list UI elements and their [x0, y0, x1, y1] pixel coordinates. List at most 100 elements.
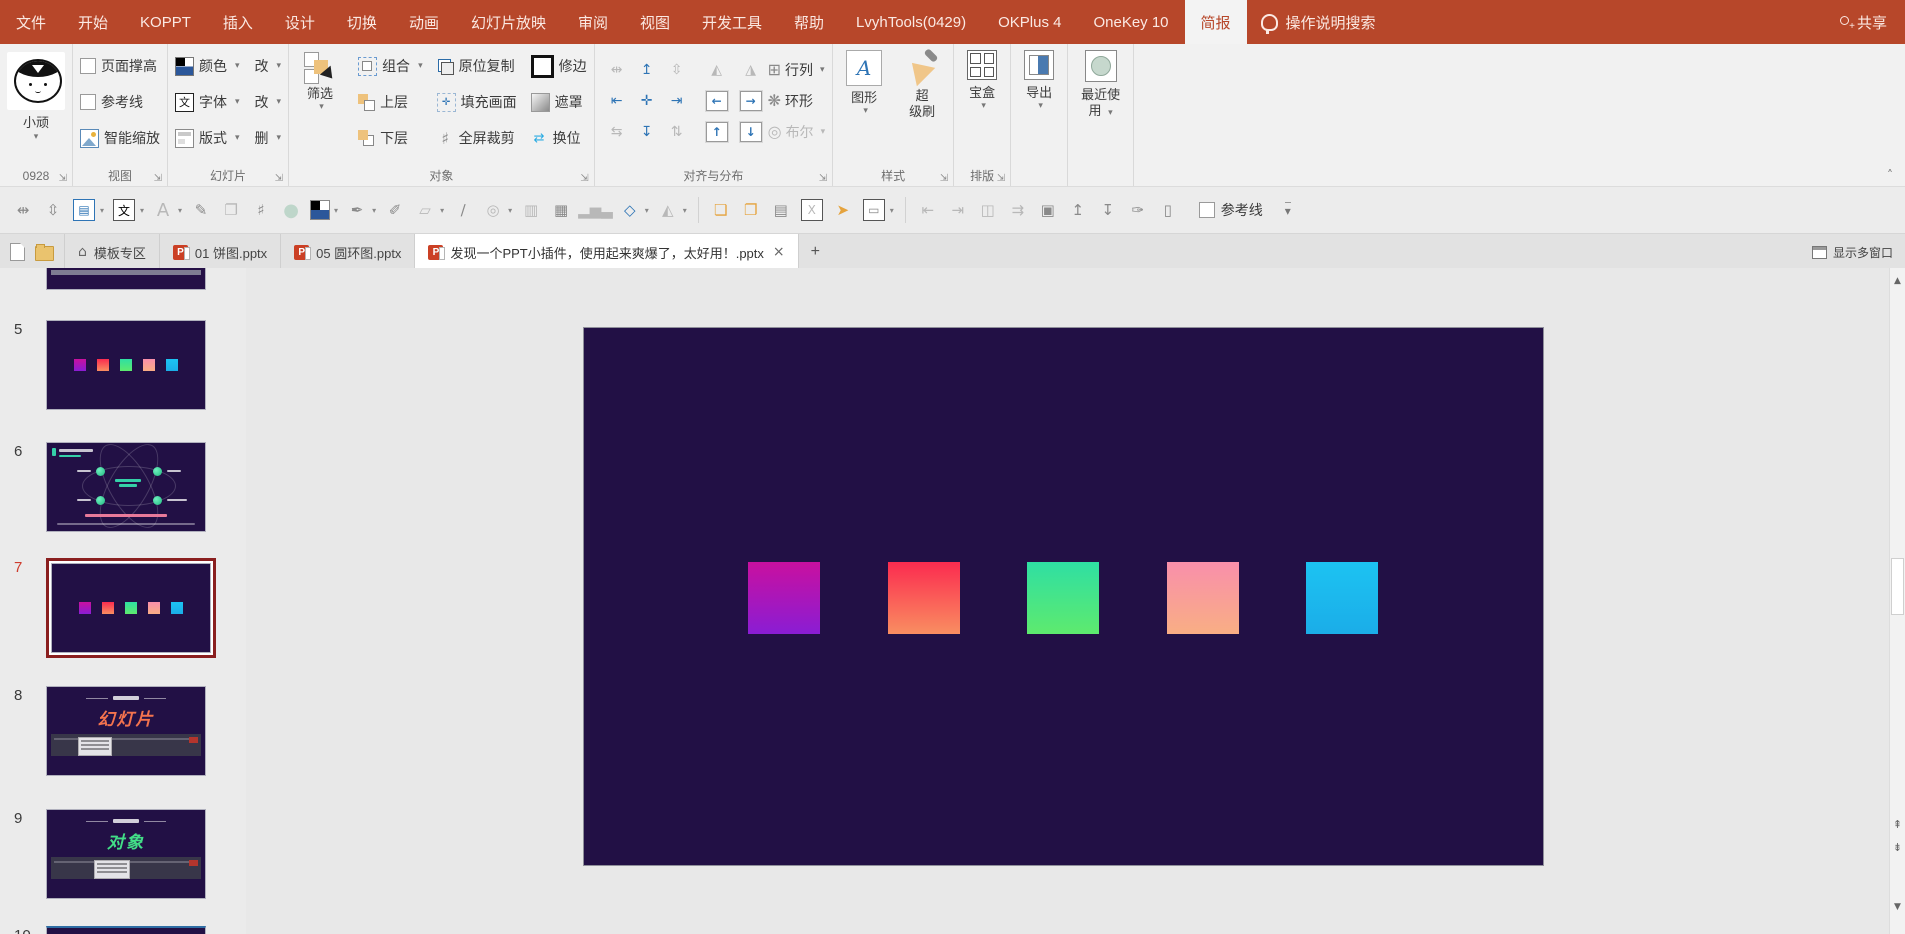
close-tab-icon[interactable]: ×	[773, 244, 785, 260]
next-slide-button[interactable]: ⇟	[1890, 836, 1905, 858]
nudge-up-icon[interactable]: ↑	[705, 121, 728, 142]
dialog-launcher-icon[interactable]: ⇲	[580, 174, 588, 184]
pipette-icon[interactable]: ∕	[450, 197, 476, 223]
menu-tab-简报[interactable]: 简报	[1184, 0, 1247, 44]
menu-tab-OKPlus 4[interactable]: OKPlus 4	[982, 0, 1077, 44]
share-button[interactable]: 共享	[1820, 0, 1905, 44]
smart-zoom-button[interactable]: 智能缩放	[80, 124, 160, 152]
slide-canvas-area[interactable]	[246, 268, 1889, 934]
swap-position-button[interactable]: ⇄ 换位	[531, 124, 587, 152]
dialog-launcher-icon[interactable]: ⇲	[819, 174, 827, 184]
edit-shape-icon[interactable]: ▱	[412, 197, 438, 223]
nudge-left-icon[interactable]: ←	[705, 90, 728, 111]
slide-color-button[interactable]: 颜色	[199, 56, 227, 76]
group-shapes-button[interactable]: 组合 ▾	[358, 52, 423, 80]
menu-tab-视图[interactable]: 视图	[624, 0, 686, 44]
menu-tab-KOPPT[interactable]: KOPPT	[124, 0, 207, 44]
distribute-shapes-icon[interactable]: ⇉	[1005, 197, 1031, 223]
menu-tab-设计[interactable]: 设计	[269, 0, 331, 44]
slide-gradient-square-4[interactable]	[1166, 562, 1239, 634]
treasure-box-button[interactable]: 宝盒 ▾	[961, 48, 1003, 111]
font-color-icon[interactable]: A	[150, 197, 176, 223]
send-to-back-button[interactable]: 下层	[358, 124, 423, 152]
page-height-toggle[interactable]: 页面撑高	[80, 52, 160, 80]
open-folder-icon[interactable]	[35, 244, 54, 261]
copy-style-icon[interactable]: ❐	[218, 197, 244, 223]
align-bottom-icon[interactable]: ↧	[632, 116, 662, 147]
align-objects-icon[interactable]: ⇹	[10, 197, 36, 223]
scroll-down-button[interactable]: ▼	[1890, 896, 1905, 918]
menu-tab-动画[interactable]: 动画	[393, 0, 455, 44]
align-top-icon[interactable]: ↥	[632, 54, 662, 85]
move-bottom-icon[interactable]: ↧	[1095, 197, 1121, 223]
stroke-pen-icon[interactable]: ✎	[188, 197, 214, 223]
equal-spacing-v-icon[interactable]: ⇅	[662, 116, 692, 147]
columns-icon[interactable]: ▥	[518, 197, 544, 223]
guides-checkbox-item[interactable]: 参考线	[1198, 200, 1263, 220]
slide-gradient-square-1[interactable]	[748, 562, 820, 634]
dialog-launcher-icon[interactable]: ⇲	[154, 174, 162, 184]
fullscreen-crop-button[interactable]: ♯ 全屏裁剪	[437, 124, 517, 152]
avatar-button[interactable]: 小顽 ▾	[7, 48, 65, 144]
file-tab-2[interactable]: P 01 饼图.pptx	[158, 234, 280, 270]
dialog-launcher-icon[interactable]: ⇲	[59, 174, 67, 184]
notes-layout-icon[interactable]: ▤	[768, 197, 794, 223]
bring-forward-icon[interactable]: ❏	[708, 197, 734, 223]
boolean-ops-button[interactable]: ◎ 布尔 ▾	[768, 122, 826, 142]
recently-used-button[interactable]: 最近使 用 ▾	[1075, 48, 1126, 120]
rows-columns-button[interactable]: ⊞ 行列 ▾	[768, 60, 826, 80]
slide-gradient-square-5[interactable]	[1306, 562, 1378, 634]
canvas-scrollbar[interactable]: ▲ ⇞ ⇟ ▼	[1889, 268, 1905, 934]
fit-height-icon[interactable]: ▯	[1155, 197, 1181, 223]
ink-pen-icon[interactable]: ✒	[344, 197, 370, 223]
slide-thumbnail-9[interactable]: 对象	[46, 809, 206, 899]
ellipse-tool-icon[interactable]: ●	[278, 197, 304, 223]
size-box-icon[interactable]: ▭	[862, 199, 885, 221]
mask-button[interactable]: 遮罩	[530, 88, 587, 116]
slide-editing-surface[interactable]	[583, 327, 1544, 866]
menu-tab-插入[interactable]: 插入	[207, 0, 269, 44]
slide-thumbnail-8[interactable]: 幻灯片	[46, 686, 206, 776]
ring-layout-button[interactable]: ❋ 环形	[768, 91, 826, 111]
menu-tab-帮助[interactable]: 帮助	[778, 0, 840, 44]
menu-tab-幻灯片放映[interactable]: 幻灯片放映	[455, 0, 562, 44]
nudge-right-icon[interactable]: →	[739, 90, 762, 111]
menu-tab-切换[interactable]: 切换	[331, 0, 393, 44]
center-horizontal-icon[interactable]: ◫	[975, 197, 1001, 223]
toolbar-overflow-icon[interactable]: ▾	[1284, 202, 1291, 218]
fill-color-swatch[interactable]	[310, 200, 331, 220]
dialog-launcher-icon[interactable]: ⇲	[275, 174, 283, 184]
slide-gradient-square-2[interactable]	[887, 562, 960, 634]
filter-button[interactable]: 筛选 ▾	[296, 48, 344, 112]
menu-tab-审阅[interactable]: 审阅	[562, 0, 624, 44]
align-left-icon[interactable]: ⇤	[602, 85, 632, 116]
flip-vertical-icon[interactable]: ◮	[734, 62, 768, 78]
flip-horizontal-icon[interactable]: ◭	[700, 62, 734, 78]
slide-font-button[interactable]: 字体	[199, 92, 227, 112]
slide-thumbnail-5[interactable]	[46, 320, 206, 410]
distribute-vertical-icon[interactable]: ⇳	[662, 54, 692, 85]
push-right-icon[interactable]: ⇥	[945, 197, 971, 223]
font-box-icon[interactable]: 文	[113, 199, 136, 221]
text-style-icon[interactable]: ▤	[73, 199, 95, 221]
rotate-flip-icon[interactable]: ◭	[655, 197, 681, 223]
scroll-up-button[interactable]: ▲	[1890, 270, 1905, 292]
export-button[interactable]: 导出 ▾	[1018, 48, 1060, 111]
bring-to-front-button[interactable]: 上层	[358, 88, 423, 116]
trim-edge-button[interactable]: 修边	[530, 52, 587, 80]
clear-text-icon[interactable]: X	[800, 199, 823, 221]
boolean-combine-icon[interactable]: ◎	[480, 197, 506, 223]
menu-tab-开发工具[interactable]: 开发工具	[686, 0, 778, 44]
scrollbar-thumb[interactable]	[1891, 558, 1904, 615]
replace-image-icon[interactable]: ▣	[1035, 197, 1061, 223]
format-painter-icon[interactable]: ✑	[1125, 197, 1151, 223]
slide-thumbnail-partial[interactable]	[46, 268, 206, 290]
align-center-icon[interactable]: ✛	[632, 85, 662, 116]
slide-thumbnail-10[interactable]	[46, 926, 206, 934]
slide-thumbnail-6[interactable]	[46, 442, 206, 532]
menu-tab-OneKey 10[interactable]: OneKey 10	[1077, 0, 1184, 44]
checkbox-icon[interactable]	[80, 58, 96, 74]
crop-mark-icon[interactable]: ♯	[248, 197, 274, 223]
checkbox-icon[interactable]	[80, 94, 96, 110]
move-top-icon[interactable]: ↥	[1065, 197, 1091, 223]
